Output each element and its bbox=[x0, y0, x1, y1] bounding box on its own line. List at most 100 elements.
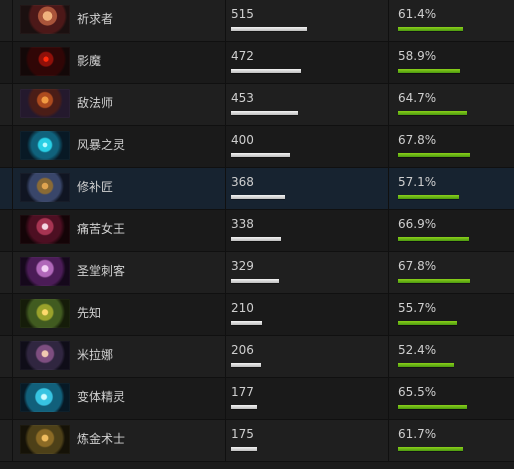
hero-name: 炼金术士 bbox=[77, 432, 126, 446]
winrate-value: 52.4% bbox=[398, 343, 437, 357]
queen-of-pain-portrait[interactable] bbox=[20, 215, 70, 244]
matches-cell: 175 bbox=[225, 420, 389, 462]
matches-value: 368 bbox=[231, 175, 254, 189]
winrate-value: 64.7% bbox=[398, 91, 437, 105]
matches-bar-fill bbox=[231, 237, 281, 241]
winrate-bar-fill bbox=[398, 279, 470, 283]
matches-value: 515 bbox=[231, 7, 254, 21]
hero-cell: 痛苦女王 bbox=[12, 210, 226, 252]
matches-value: 206 bbox=[231, 343, 254, 357]
hero-cell: 修补匠 bbox=[12, 168, 226, 210]
winrate-bar bbox=[398, 111, 504, 115]
matches-cell: 453 bbox=[225, 84, 389, 126]
winrate-bar-fill bbox=[398, 321, 457, 325]
winrate-bar-fill bbox=[398, 153, 470, 157]
table-row[interactable]: 祈求者 515 61.4% bbox=[0, 0, 514, 42]
matches-bar bbox=[231, 447, 383, 451]
winrate-bar bbox=[398, 363, 504, 367]
matches-bar bbox=[231, 153, 383, 157]
hero-name: 敌法师 bbox=[77, 96, 114, 110]
winrate-value: 55.7% bbox=[398, 301, 437, 315]
matches-bar bbox=[231, 27, 383, 31]
table-row[interactable]: 圣堂刺客 329 67.8% bbox=[0, 252, 514, 294]
winrate-bar-fill bbox=[398, 363, 454, 367]
alchemist-portrait[interactable] bbox=[20, 425, 70, 454]
storm-spirit-portrait[interactable] bbox=[20, 131, 70, 160]
natures-prophet-portrait[interactable] bbox=[20, 299, 70, 328]
mirana-portrait[interactable] bbox=[20, 341, 70, 370]
hero-name: 祈求者 bbox=[77, 12, 114, 26]
matches-value: 210 bbox=[231, 301, 254, 315]
matches-bar-fill bbox=[231, 405, 257, 409]
winrate-cell: 55.7% bbox=[389, 294, 514, 336]
hero-cell: 风暴之灵 bbox=[12, 126, 226, 168]
matches-bar-fill bbox=[231, 195, 285, 199]
winrate-bar bbox=[398, 279, 504, 283]
table-row[interactable]: 米拉娜 206 52.4% bbox=[0, 336, 514, 378]
matches-cell: 515 bbox=[225, 0, 389, 42]
winrate-cell: 66.9% bbox=[389, 210, 514, 252]
hero-name: 先知 bbox=[77, 306, 102, 320]
winrate-value: 61.4% bbox=[398, 7, 437, 21]
matches-bar-fill bbox=[231, 279, 279, 283]
winrate-bar bbox=[398, 321, 504, 325]
table-row[interactable]: 风暴之灵 400 67.8% bbox=[0, 126, 514, 168]
winrate-value: 57.1% bbox=[398, 175, 437, 189]
winrate-cell: 57.1% bbox=[389, 168, 514, 210]
hero-name: 风暴之灵 bbox=[77, 138, 126, 152]
hero-name: 米拉娜 bbox=[77, 348, 114, 362]
matches-cell: 177 bbox=[225, 378, 389, 420]
templar-assassin-portrait[interactable] bbox=[20, 257, 70, 286]
hero-stats-table: 祈求者 515 61.4% 影魔 472 58.9% 敌法师 453 64.7%… bbox=[0, 0, 514, 469]
hero-cell: 先知 bbox=[12, 294, 226, 336]
shadow-fiend-portrait[interactable] bbox=[20, 47, 70, 76]
winrate-bar bbox=[398, 69, 504, 73]
winrate-bar bbox=[398, 195, 504, 199]
hero-cell: 圣堂刺客 bbox=[12, 252, 226, 294]
winrate-cell: 61.4% bbox=[389, 0, 514, 42]
table-row[interactable]: 修补匠 368 57.1% bbox=[0, 168, 514, 210]
winrate-cell: 65.5% bbox=[389, 378, 514, 420]
matches-bar-fill bbox=[231, 363, 261, 367]
winrate-cell: 67.8% bbox=[389, 126, 514, 168]
matches-cell: 400 bbox=[225, 126, 389, 168]
winrate-bar-fill bbox=[398, 69, 460, 73]
hero-name: 圣堂刺客 bbox=[77, 264, 126, 278]
winrate-value: 65.5% bbox=[398, 385, 437, 399]
matches-bar-fill bbox=[231, 69, 301, 73]
winrate-bar-fill bbox=[398, 237, 469, 241]
hero-cell: 敌法师 bbox=[12, 84, 226, 126]
winrate-value: 67.8% bbox=[398, 259, 437, 273]
hero-cell: 祈求者 bbox=[12, 0, 226, 42]
table-row[interactable]: 影魔 472 58.9% bbox=[0, 42, 514, 84]
winrate-bar-fill bbox=[398, 111, 467, 115]
matches-cell: 472 bbox=[225, 42, 389, 84]
matches-bar bbox=[231, 321, 383, 325]
matches-bar-fill bbox=[231, 27, 307, 31]
anti-mage-portrait[interactable] bbox=[20, 89, 70, 118]
winrate-cell: 61.7% bbox=[389, 420, 514, 462]
table-row[interactable]: 敌法师 453 64.7% bbox=[0, 84, 514, 126]
winrate-bar bbox=[398, 237, 504, 241]
winrate-bar-fill bbox=[398, 27, 463, 31]
table-row[interactable]: 先知 210 55.7% bbox=[0, 294, 514, 336]
invoker-portrait[interactable] bbox=[20, 5, 70, 34]
hero-cell: 炼金术士 bbox=[12, 420, 226, 462]
matches-value: 472 bbox=[231, 49, 254, 63]
matches-bar bbox=[231, 363, 383, 367]
table-row[interactable]: 变体精灵 177 65.5% bbox=[0, 378, 514, 420]
matches-cell: 329 bbox=[225, 252, 389, 294]
matches-value: 453 bbox=[231, 91, 254, 105]
tinker-portrait[interactable] bbox=[20, 173, 70, 202]
winrate-bar-fill bbox=[398, 447, 463, 451]
morphling-portrait[interactable] bbox=[20, 383, 70, 412]
winrate-bar bbox=[398, 153, 504, 157]
matches-bar-fill bbox=[231, 447, 257, 451]
hero-name: 痛苦女王 bbox=[77, 222, 126, 236]
table-row[interactable]: 痛苦女王 338 66.9% bbox=[0, 210, 514, 252]
table-row[interactable]: 炼金术士 175 61.7% bbox=[0, 420, 514, 462]
matches-value: 329 bbox=[231, 259, 254, 273]
hero-cell: 变体精灵 bbox=[12, 378, 226, 420]
matches-cell: 206 bbox=[225, 336, 389, 378]
matches-bar-fill bbox=[231, 153, 290, 157]
